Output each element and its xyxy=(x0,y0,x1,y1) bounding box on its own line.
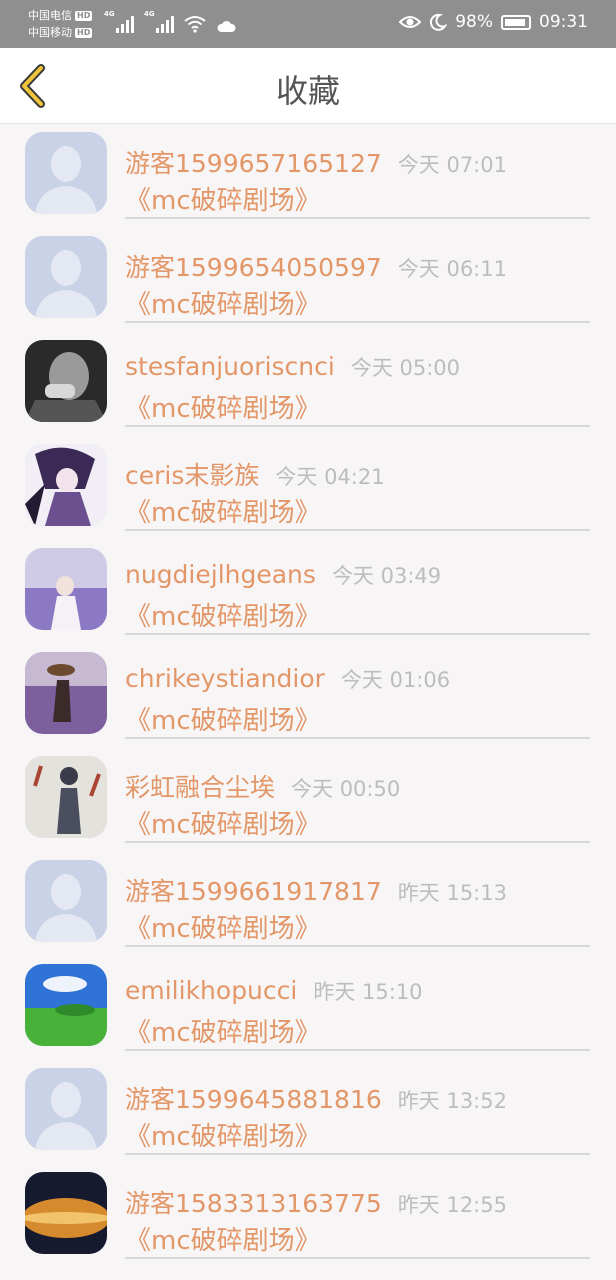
divider xyxy=(125,633,590,635)
timestamp: 昨天 13:52 xyxy=(397,1089,507,1113)
divider xyxy=(125,1257,590,1259)
story-title: 《mc破碎剧场》 xyxy=(125,394,321,424)
avatar[interactable] xyxy=(25,756,107,838)
divider xyxy=(125,1153,590,1155)
battery-percent: 98% xyxy=(455,12,493,32)
timestamp: 今天 07:01 xyxy=(397,153,507,177)
user-name-text: stesfanjuoriscnci xyxy=(125,352,335,381)
status-bar: 中国电信 HD 中国移动 HD 4G 4G 98% 09:31 xyxy=(0,0,616,48)
divider xyxy=(125,425,590,427)
list-item[interactable]: 游客1599657165127 今天 07:01 《mc破碎剧场》 xyxy=(0,124,616,228)
user-name: 彩虹融合尘埃 今天 00:50 xyxy=(125,768,400,804)
story-title: 《mc破碎剧场》 xyxy=(125,186,321,216)
divider xyxy=(125,1049,590,1051)
user-name-text: nugdiejlhgeans xyxy=(125,560,316,589)
avatar[interactable] xyxy=(25,340,107,422)
avatar[interactable] xyxy=(25,1068,107,1150)
story-title: 《mc破碎剧场》 xyxy=(125,914,321,944)
user-name-text: 游客1599661917817 xyxy=(125,877,382,906)
timestamp: 昨天 15:13 xyxy=(397,881,507,905)
user-name-text: 游客1599657165127 xyxy=(125,149,382,178)
signal-indicators: 4G 4G xyxy=(104,10,236,33)
list-item[interactable]: emilikhopucci 昨天 15:10 《mc破碎剧场》 xyxy=(0,956,616,1060)
story-title: 《mc破碎剧场》 xyxy=(125,810,321,840)
timestamp: 今天 00:50 xyxy=(291,777,401,801)
user-name: emilikhopucci 昨天 15:10 xyxy=(125,976,423,1006)
list-item[interactable]: 游客1599654050597 今天 06:11 《mc破碎剧场》 xyxy=(0,228,616,332)
avatar[interactable] xyxy=(25,236,107,318)
user-name-text: 游客1599654050597 xyxy=(125,253,382,282)
avatar[interactable] xyxy=(25,860,107,942)
avatar[interactable] xyxy=(25,1172,107,1254)
avatar[interactable] xyxy=(25,444,107,526)
carrier-info: 中国电信 HD 中国移动 HD xyxy=(28,7,93,41)
list-item[interactable]: 游客1599661917817 昨天 15:13 《mc破碎剧场》 xyxy=(0,852,616,956)
story-title: 《mc破碎剧场》 xyxy=(125,290,321,320)
divider xyxy=(125,217,590,219)
timestamp: 昨天 15:10 xyxy=(313,980,423,1004)
clock: 09:31 xyxy=(539,12,588,32)
carrier-2: 中国移动 xyxy=(28,26,72,39)
user-name-text: ceris末影族 xyxy=(125,461,260,490)
timestamp: 今天 01:06 xyxy=(340,668,451,692)
battery-icon xyxy=(501,14,531,30)
timestamp: 今天 06:11 xyxy=(397,257,507,281)
divider xyxy=(125,321,590,323)
user-name: nugdiejlhgeans 今天 03:49 xyxy=(125,560,441,590)
title-bar: 收藏 xyxy=(0,48,616,124)
user-name-text: emilikhopucci xyxy=(125,976,298,1005)
hd-badge: HD xyxy=(75,27,93,38)
story-title: 《mc破碎剧场》 xyxy=(125,1018,321,1048)
story-title: 《mc破碎剧场》 xyxy=(125,1226,321,1256)
signal-icon: 4G xyxy=(144,10,174,33)
status-right: 98% 09:31 xyxy=(399,12,588,32)
timestamp: 昨天 12:55 xyxy=(397,1193,507,1217)
eye-comfort-icon xyxy=(399,16,422,28)
user-name: stesfanjuoriscnci 今天 05:00 xyxy=(125,352,460,382)
list-item[interactable]: 游客1583313163775 昨天 12:55 《mc破碎剧场》 xyxy=(0,1164,616,1268)
user-name: 游客1599654050597 今天 06:11 xyxy=(125,248,507,284)
story-title: 《mc破碎剧场》 xyxy=(125,706,321,736)
user-name-text: 游客1583313163775 xyxy=(125,1189,382,1218)
user-name: 游客1599645881816 昨天 13:52 xyxy=(125,1080,507,1116)
user-name: 游客1583313163775 昨天 12:55 xyxy=(125,1184,507,1220)
signal-icon: 4G xyxy=(104,10,134,33)
favorites-list: 游客1599657165127 今天 07:01 《mc破碎剧场》 游客1599654… xyxy=(0,124,616,1268)
avatar[interactable] xyxy=(25,652,107,734)
list-item[interactable]: nugdiejlhgeans 今天 03:49 《mc破碎剧场》 xyxy=(0,540,616,644)
cloud-icon xyxy=(217,21,236,32)
user-name: 游客1599657165127 今天 07:01 xyxy=(125,144,507,180)
hd-badge: HD xyxy=(75,10,93,21)
user-name: chrikeystiandior 今天 01:06 xyxy=(125,664,450,694)
network-type: 4G xyxy=(104,10,115,18)
wifi-icon xyxy=(184,16,206,33)
list-item[interactable]: ceris末影族 今天 04:21 《mc破碎剧场》 xyxy=(0,436,616,540)
avatar[interactable] xyxy=(25,548,107,630)
list-item[interactable]: 游客1599645881816 昨天 13:52 《mc破碎剧场》 xyxy=(0,1060,616,1164)
page-title: 收藏 xyxy=(275,72,340,110)
timestamp: 今天 03:49 xyxy=(331,564,442,588)
network-type: 4G xyxy=(144,10,155,18)
user-name: 游客1599661917817 昨天 15:13 xyxy=(125,872,507,908)
list-item[interactable]: chrikeystiandior 今天 01:06 《mc破碎剧场》 xyxy=(0,644,616,748)
list-item[interactable]: stesfanjuoriscnci 今天 05:00 《mc破碎剧场》 xyxy=(0,332,616,436)
story-title: 《mc破碎剧场》 xyxy=(125,1122,321,1152)
divider xyxy=(125,945,590,947)
user-name-text: chrikeystiandior xyxy=(125,664,325,693)
divider xyxy=(125,841,590,843)
carrier-1: 中国电信 xyxy=(28,9,72,22)
divider xyxy=(125,529,590,531)
user-name-text: 游客1599645881816 xyxy=(125,1085,382,1114)
divider xyxy=(125,737,590,739)
story-title: 《mc破碎剧场》 xyxy=(125,602,321,632)
user-name-text: 彩虹融合尘埃 xyxy=(125,773,276,802)
avatar[interactable] xyxy=(25,964,107,1046)
list-item[interactable]: 彩虹融合尘埃 今天 00:50 《mc破碎剧场》 xyxy=(0,748,616,852)
timestamp: 今天 04:21 xyxy=(275,465,385,489)
user-name: ceris末影族 今天 04:21 xyxy=(125,456,385,492)
timestamp: 今天 05:00 xyxy=(350,356,461,380)
story-title: 《mc破碎剧场》 xyxy=(125,498,321,528)
moon-icon xyxy=(430,13,448,31)
avatar[interactable] xyxy=(25,132,107,214)
